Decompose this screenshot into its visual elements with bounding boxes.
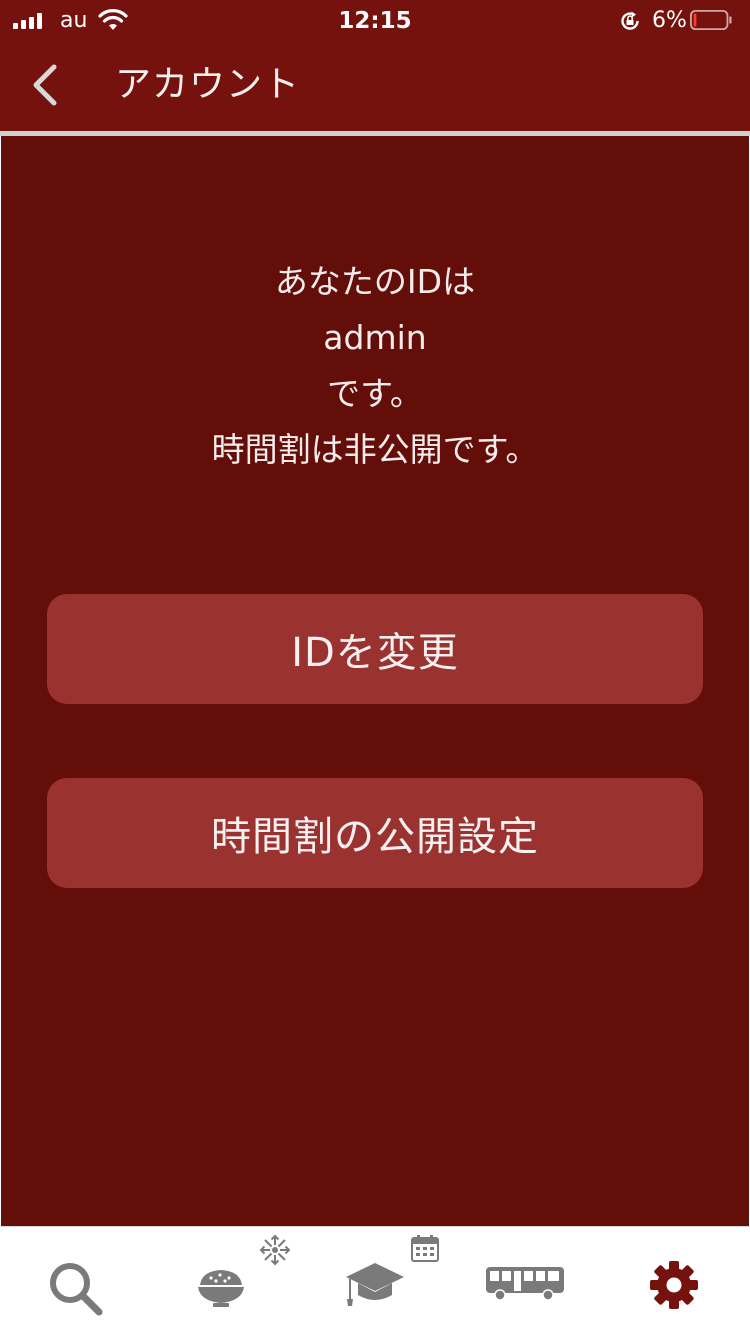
message-user-id: admin — [323, 318, 427, 357]
crowd-indicator-icon — [259, 1234, 291, 1266]
calendar-icon — [411, 1235, 439, 1262]
page-title: アカウント — [115, 64, 301, 105]
timetable-publish-settings-button[interactable]: 時間割の公開設定 — [47, 778, 703, 888]
tab-timetable[interactable] — [300, 1227, 450, 1334]
search-icon — [50, 1263, 103, 1316]
navigation-bar: アカウント — [0, 42, 750, 131]
account-message: あなたのIDは admin です。 時間割は非公開です。 — [1, 254, 749, 478]
message-line-id-intro: あなたのIDは — [274, 262, 476, 301]
graduation-cap-icon — [346, 1263, 404, 1306]
publish-settings-button-label: 時間割の公開設定 — [211, 814, 539, 860]
message-timetable-status: 時間割は非公開です。 — [211, 430, 539, 469]
tab-bus[interactable] — [450, 1227, 600, 1334]
back-button[interactable] — [26, 60, 70, 110]
tab-search[interactable] — [0, 1227, 150, 1334]
tab-settings[interactable] — [600, 1227, 750, 1334]
orientation-lock-icon — [621, 11, 639, 30]
tab-cafeteria[interactable] — [150, 1227, 300, 1334]
bus-icon — [486, 1267, 564, 1301]
battery-percent: 6% — [652, 8, 687, 33]
message-line-desu: です。 — [327, 374, 423, 413]
battery-icon — [690, 9, 732, 31]
change-id-button[interactable]: IDを変更 — [47, 594, 703, 704]
rice-bowl-icon — [198, 1270, 244, 1307]
change-id-button-label: IDを変更 — [291, 630, 459, 676]
tab-bar — [0, 1226, 750, 1334]
screen: au 12:15 6% アカウント あなたのIDは admin です。 時間割は… — [0, 0, 750, 1334]
gear-icon — [650, 1261, 698, 1309]
account-content: あなたのIDは admin です。 時間割は非公開です。 IDを変更 時間割の公… — [1, 136, 749, 1226]
status-bar: au 12:15 6% — [0, 0, 750, 42]
